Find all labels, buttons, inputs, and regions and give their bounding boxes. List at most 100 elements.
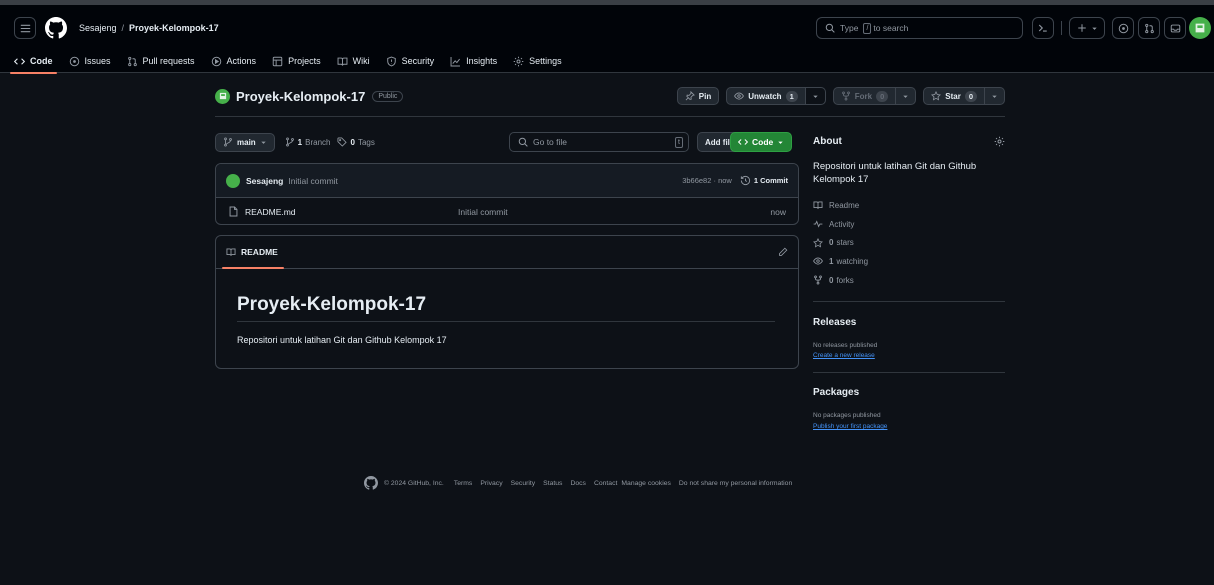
repo-title[interactable]: Proyek-Kelompok-17 — [236, 89, 365, 104]
unwatch-dropdown[interactable] — [805, 87, 826, 105]
readme-heading-divider — [237, 321, 775, 322]
publish-package-link[interactable]: Publish your first package — [813, 423, 887, 430]
code-icon — [14, 57, 25, 65]
tab-insights[interactable]: Insights — [450, 49, 497, 73]
search-placeholder-suffix: to search — [873, 23, 909, 33]
breadcrumb-owner[interactable]: Sesajeng — [79, 23, 117, 33]
commit-message[interactable]: Initial commit — [288, 176, 338, 186]
star-dropdown[interactable] — [985, 87, 1005, 105]
footer-link-contact[interactable]: Contact — [594, 480, 617, 487]
tab-actions[interactable]: Actions — [211, 49, 256, 73]
star-button[interactable]: Star 0 — [923, 87, 985, 105]
table-row[interactable]: README.md Initial commit now — [216, 198, 798, 224]
pencil-icon[interactable] — [778, 247, 788, 257]
fork-group: Fork 0 — [832, 87, 917, 105]
tab-issues[interactable]: Issues — [69, 49, 111, 73]
footer-link-terms[interactable]: Terms — [454, 480, 473, 487]
github-logo-icon[interactable] — [364, 476, 378, 490]
pin-button[interactable]: Pin — [676, 87, 720, 105]
fork-icon — [841, 91, 850, 101]
commit-hash-time[interactable]: 3b66e82 · now — [682, 176, 732, 185]
plus-icon — [1077, 24, 1086, 32]
breadcrumb: Sesajeng / Proyek-Kelompok-17 — [79, 23, 219, 33]
your-pull-requests-button[interactable] — [1138, 17, 1160, 39]
search-input[interactable]: Type / to search — [816, 17, 1023, 39]
triangle-down-icon — [992, 95, 997, 98]
branches-link[interactable]: 1 Branch — [285, 137, 330, 147]
about-description: Repositori untuk latihan Git dan Github … — [813, 161, 977, 185]
pin-icon — [685, 91, 695, 101]
fork-button[interactable]: Fork 0 — [832, 87, 897, 105]
footer-links: Terms Privacy Security Status Docs Conta… — [454, 480, 792, 487]
tab-security[interactable]: Security — [386, 49, 434, 73]
footer-link-privacy[interactable]: Privacy — [480, 480, 502, 487]
unwatch-button[interactable]: Unwatch 1 — [726, 87, 806, 105]
global-header: Sesajeng / Proyek-Kelompok-17 Type / to se… — [0, 5, 1214, 74]
pull-request-icon — [127, 56, 137, 66]
footer-link-security[interactable]: Security — [511, 480, 536, 487]
repo-owner-avatar[interactable] — [215, 88, 230, 104]
create-release-link[interactable]: Create a new release — [813, 352, 875, 359]
star-label: Star — [945, 91, 961, 101]
readme-panel: README Proyek-Kelompok-17 Repositori unt… — [215, 235, 799, 369]
menu-button[interactable] — [14, 17, 36, 39]
footer-copyright: © 2024 GitHub, Inc. — [384, 479, 444, 487]
visibility-badge: Public — [372, 90, 404, 102]
tab-pull-requests[interactable]: Pull requests — [127, 49, 195, 73]
shield-icon — [386, 56, 396, 66]
file-navigation: main 1 Branch 0 Tags Go to file t Add fi… — [215, 132, 799, 152]
about-item-label: watching — [836, 256, 869, 266]
commit-author-avatar[interactable] — [226, 173, 240, 188]
about-item-activity[interactable]: Activity — [813, 215, 1005, 234]
branch-name: main — [237, 137, 256, 147]
repo-header: Proyek-Kelompok-17 Public Pin Unwatch 1 … — [215, 84, 1005, 108]
about-item-watching[interactable]: 1 watching — [813, 252, 1005, 271]
commit-author[interactable]: Sesajeng — [246, 176, 283, 186]
eye-icon — [734, 92, 745, 100]
file-icon — [229, 206, 238, 217]
tab-code[interactable]: Code — [10, 49, 56, 74]
notifications-button[interactable] — [1164, 17, 1186, 39]
header-top-row: Sesajeng / Proyek-Kelompok-17 Type / to se… — [14, 14, 1211, 42]
footer-link-manage-cookies[interactable]: Manage cookies — [621, 480, 671, 487]
triangle-down-icon — [813, 95, 818, 98]
commit-history-link[interactable]: 1 Commit — [740, 175, 788, 186]
tab-wiki[interactable]: Wiki — [337, 49, 370, 73]
file-commit-message[interactable]: Initial commit — [458, 207, 508, 217]
unwatch-label: Unwatch — [748, 91, 782, 101]
command-palette-button[interactable] — [1032, 17, 1054, 39]
about-item-stars[interactable]: 0 stars — [813, 233, 1005, 252]
watch-count: 1 — [785, 90, 798, 102]
fork-dropdown[interactable] — [896, 87, 917, 105]
watching-count: 1 — [829, 256, 834, 266]
footer-link-docs[interactable]: Docs — [570, 480, 586, 487]
user-avatar[interactable] — [1189, 17, 1211, 39]
file-name[interactable]: README.md — [245, 207, 296, 217]
github-logo-icon[interactable] — [45, 17, 67, 39]
footer-link-do-not-share[interactable]: Do not share my personal information — [679, 480, 792, 487]
readme-tab[interactable]: README — [216, 236, 798, 269]
table-icon — [272, 56, 283, 66]
tag-label: Tags — [357, 137, 375, 147]
tab-label: Insights — [466, 56, 498, 66]
go-to-file-input[interactable]: Go to file t — [509, 132, 689, 152]
about-item-readme[interactable]: Readme — [813, 196, 1005, 215]
tab-label: Code — [30, 56, 53, 66]
issue-icon — [1118, 23, 1128, 33]
your-issues-button[interactable] — [1112, 17, 1134, 39]
tab-settings[interactable]: Settings — [513, 49, 562, 73]
about-item-forks[interactable]: 0 forks — [813, 271, 1005, 290]
gear-icon — [513, 56, 524, 66]
footer-link-status[interactable]: Status — [543, 480, 562, 487]
triangle-down-icon — [260, 141, 266, 144]
breadcrumb-repo[interactable]: Proyek-Kelompok-17 — [129, 23, 219, 33]
create-new-button[interactable] — [1069, 17, 1105, 39]
branch-icon — [224, 137, 232, 147]
gear-icon[interactable] — [994, 136, 1005, 147]
releases-title[interactable]: Releases — [813, 317, 856, 328]
packages-title[interactable]: Packages — [813, 387, 859, 398]
tab-projects[interactable]: Projects — [272, 49, 321, 73]
code-button[interactable]: Code — [730, 132, 793, 152]
tags-link[interactable]: 0 Tags — [337, 137, 375, 147]
branch-selector[interactable]: main — [215, 132, 275, 152]
